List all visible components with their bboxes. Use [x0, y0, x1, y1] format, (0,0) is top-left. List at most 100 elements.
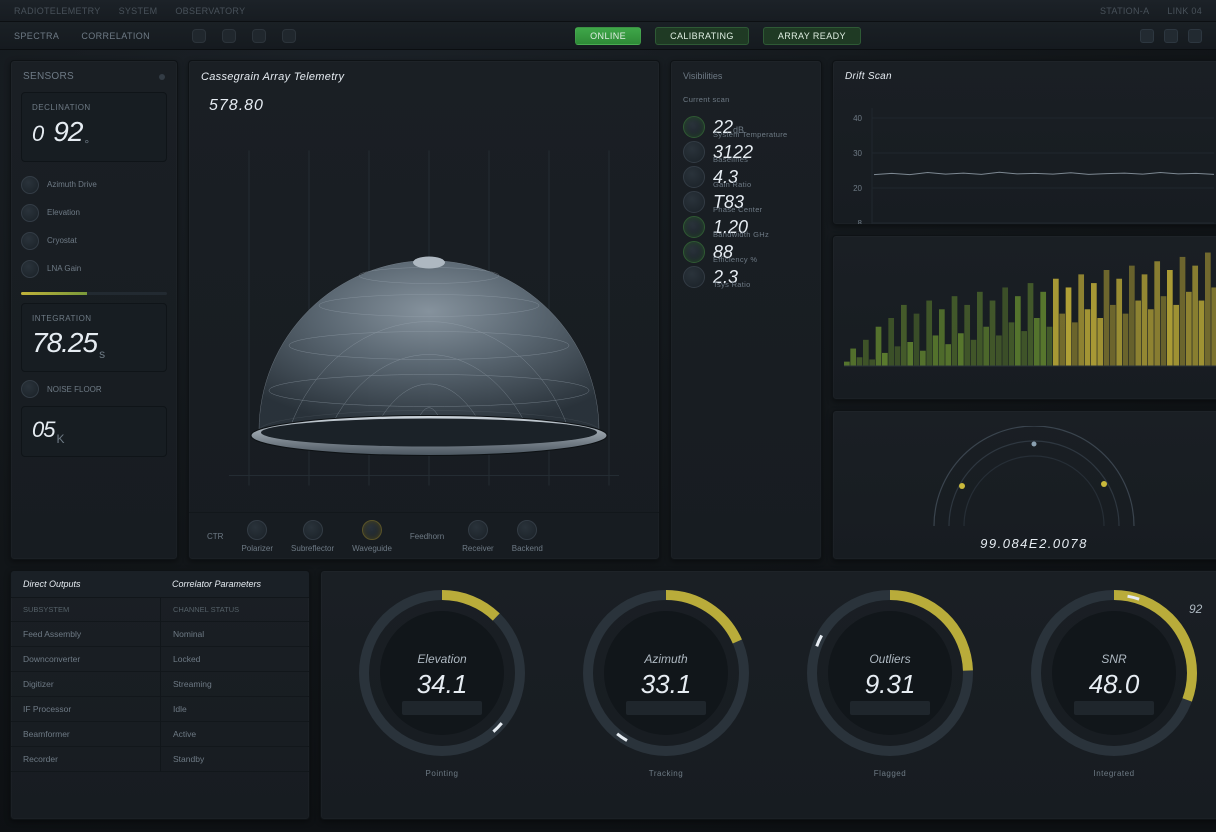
topbar-item: SYSTEM — [119, 6, 158, 16]
metric-icon — [683, 141, 705, 163]
metric-label: Tsys Ratio — [713, 280, 809, 289]
module-icon — [468, 520, 488, 540]
topbar-item: OBSERVATORY — [175, 6, 245, 16]
dot-icon — [159, 74, 165, 80]
sensor-row[interactable]: Cryostat — [21, 232, 167, 250]
sensor-row[interactable]: Azimuth Drive — [21, 176, 167, 194]
tab-spectra[interactable]: SPECTRA — [14, 31, 59, 41]
metric-icon — [683, 241, 705, 263]
dome-render[interactable] — [189, 89, 659, 512]
module-icon — [247, 520, 267, 540]
metric-icon — [683, 216, 705, 238]
gauge[interactable]: SNR 48.0 92 Integrated — [1024, 583, 1204, 778]
toolbar: SPECTRA CORRELATION ONLINE CALIBRATING A… — [0, 22, 1216, 50]
tool-icon[interactable] — [282, 29, 296, 43]
metric-label: Gain Ratio — [713, 180, 809, 189]
svg-text:40: 40 — [853, 114, 862, 123]
svg-text:Azimuth: Azimuth — [643, 652, 688, 666]
tab-correlation[interactable]: CORRELATION — [81, 31, 150, 41]
svg-text:20: 20 — [853, 184, 862, 193]
table-cell: Recorder — [11, 747, 160, 772]
drift-chart[interactable]: Drift Scan 40 30 20 8 Baseline FREQ — [832, 60, 1216, 225]
arc-panel: 99.084E2.0078 — [832, 410, 1216, 560]
metric-icon — [683, 266, 705, 288]
output-table: Direct Outputs Correlator Parameters SUB… — [10, 570, 310, 820]
table-cell: Digitizer — [11, 672, 160, 697]
status-badge-online: ONLINE — [575, 27, 641, 45]
table-cell: Streaming — [160, 672, 309, 697]
stat-integration: INTEGRATION 78.25s — [21, 303, 167, 373]
gauge-label: Integrated — [1093, 769, 1134, 778]
tool-icon[interactable] — [192, 29, 206, 43]
tool-icon[interactable] — [252, 29, 266, 43]
sensor-row[interactable]: LNA Gain — [21, 260, 167, 278]
footer-item[interactable]: Backend — [512, 520, 543, 553]
sensor-icon — [21, 380, 39, 398]
metric-icon — [683, 116, 705, 138]
sensor-icon — [21, 232, 39, 250]
progress-bar — [21, 292, 167, 295]
stat-noise: 05K — [21, 406, 167, 456]
svg-text:48.0: 48.0 — [1089, 669, 1140, 699]
settings-icon[interactable] — [1140, 29, 1154, 43]
metric-label: Baselines — [713, 155, 809, 164]
sidebar-header: SENSORS — [23, 71, 74, 82]
footer-item[interactable]: Waveguide — [352, 520, 392, 553]
svg-text:SNR: SNR — [1101, 652, 1127, 666]
table-cell: Feed Assembly — [11, 622, 160, 647]
sensor-icon — [21, 260, 39, 278]
footer-item[interactable]: Subreflector — [291, 520, 334, 553]
gauge[interactable]: Outliers 9.31 Flagged — [800, 583, 980, 778]
topbar-right: LINK 04 — [1167, 6, 1202, 16]
table-cell: Active — [160, 722, 309, 747]
gauge-label: Tracking — [649, 769, 683, 778]
metric-label: System Temperature — [713, 130, 809, 139]
metric-label: Bandwidth GHz — [713, 230, 809, 239]
table-cell: Downconverter — [11, 647, 160, 672]
svg-text:9.31: 9.31 — [865, 669, 916, 699]
svg-text:33.1: 33.1 — [641, 669, 692, 699]
sidebar: SENSORS DECLINATION 0 92° Azimuth Drive … — [10, 60, 178, 560]
metrics-panel: Visibilities Current scan 22dB System Te… — [670, 60, 822, 560]
status-badge-ready: ARRAY READY — [763, 27, 861, 45]
dome-title: Cassegrain Array Telemetry — [201, 71, 344, 83]
gauge[interactable]: Azimuth 33.1 Tracking — [576, 583, 756, 778]
sensor-row[interactable]: Elevation — [21, 204, 167, 222]
tool-icon[interactable] — [222, 29, 236, 43]
sensor-icon — [21, 204, 39, 222]
table-cell: Idle — [160, 697, 309, 722]
topbar-right: STATION-A — [1100, 6, 1149, 16]
sensor-icon — [21, 176, 39, 194]
metrics-header: Visibilities — [683, 71, 809, 81]
svg-text:Elevation: Elevation — [417, 652, 467, 666]
svg-text:34.1: 34.1 — [417, 669, 468, 699]
sensor-row[interactable]: NOISE FLOOR — [21, 380, 167, 398]
table-cell: Standby — [160, 747, 309, 772]
spectrum-chart[interactable] — [832, 235, 1216, 400]
svg-text:8: 8 — [858, 219, 863, 225]
dome-panel: Cassegrain Array Telemetry 578.80 — [188, 60, 660, 560]
gauge[interactable]: Elevation 34.1 Pointing — [352, 583, 532, 778]
svg-text:92: 92 — [1189, 602, 1203, 616]
arc-value: 99.084E2.0078 — [980, 536, 1088, 551]
module-icon — [517, 520, 537, 540]
gauge-label: Pointing — [426, 769, 459, 778]
table-cell: Nominal — [160, 622, 309, 647]
gauge-panel: Elevation 34.1 Pointing Azimuth 33.1 Tra… — [320, 570, 1216, 820]
metric-icon — [683, 166, 705, 188]
grid-icon[interactable] — [1188, 29, 1202, 43]
title-bar: RADIOTELEMETRY SYSTEM OBSERVATORY STATIO… — [0, 0, 1216, 22]
table-cell: Beamformer — [11, 722, 160, 747]
svg-text:30: 30 — [853, 149, 862, 158]
footer-item[interactable]: Receiver — [462, 520, 494, 553]
metric-label: Efficiency % — [713, 255, 809, 264]
gauge-label: Flagged — [874, 769, 906, 778]
status-badge-calibrating: CALIBRATING — [655, 27, 749, 45]
footer-item[interactable]: Polarizer — [241, 520, 273, 553]
user-icon[interactable] — [1164, 29, 1178, 43]
topbar-item: RADIOTELEMETRY — [14, 6, 101, 16]
table-header: Direct Outputs — [11, 571, 160, 598]
metric-label: Phase Center — [713, 205, 809, 214]
metric-icon — [683, 191, 705, 213]
table-cell: IF Processor — [11, 697, 160, 722]
